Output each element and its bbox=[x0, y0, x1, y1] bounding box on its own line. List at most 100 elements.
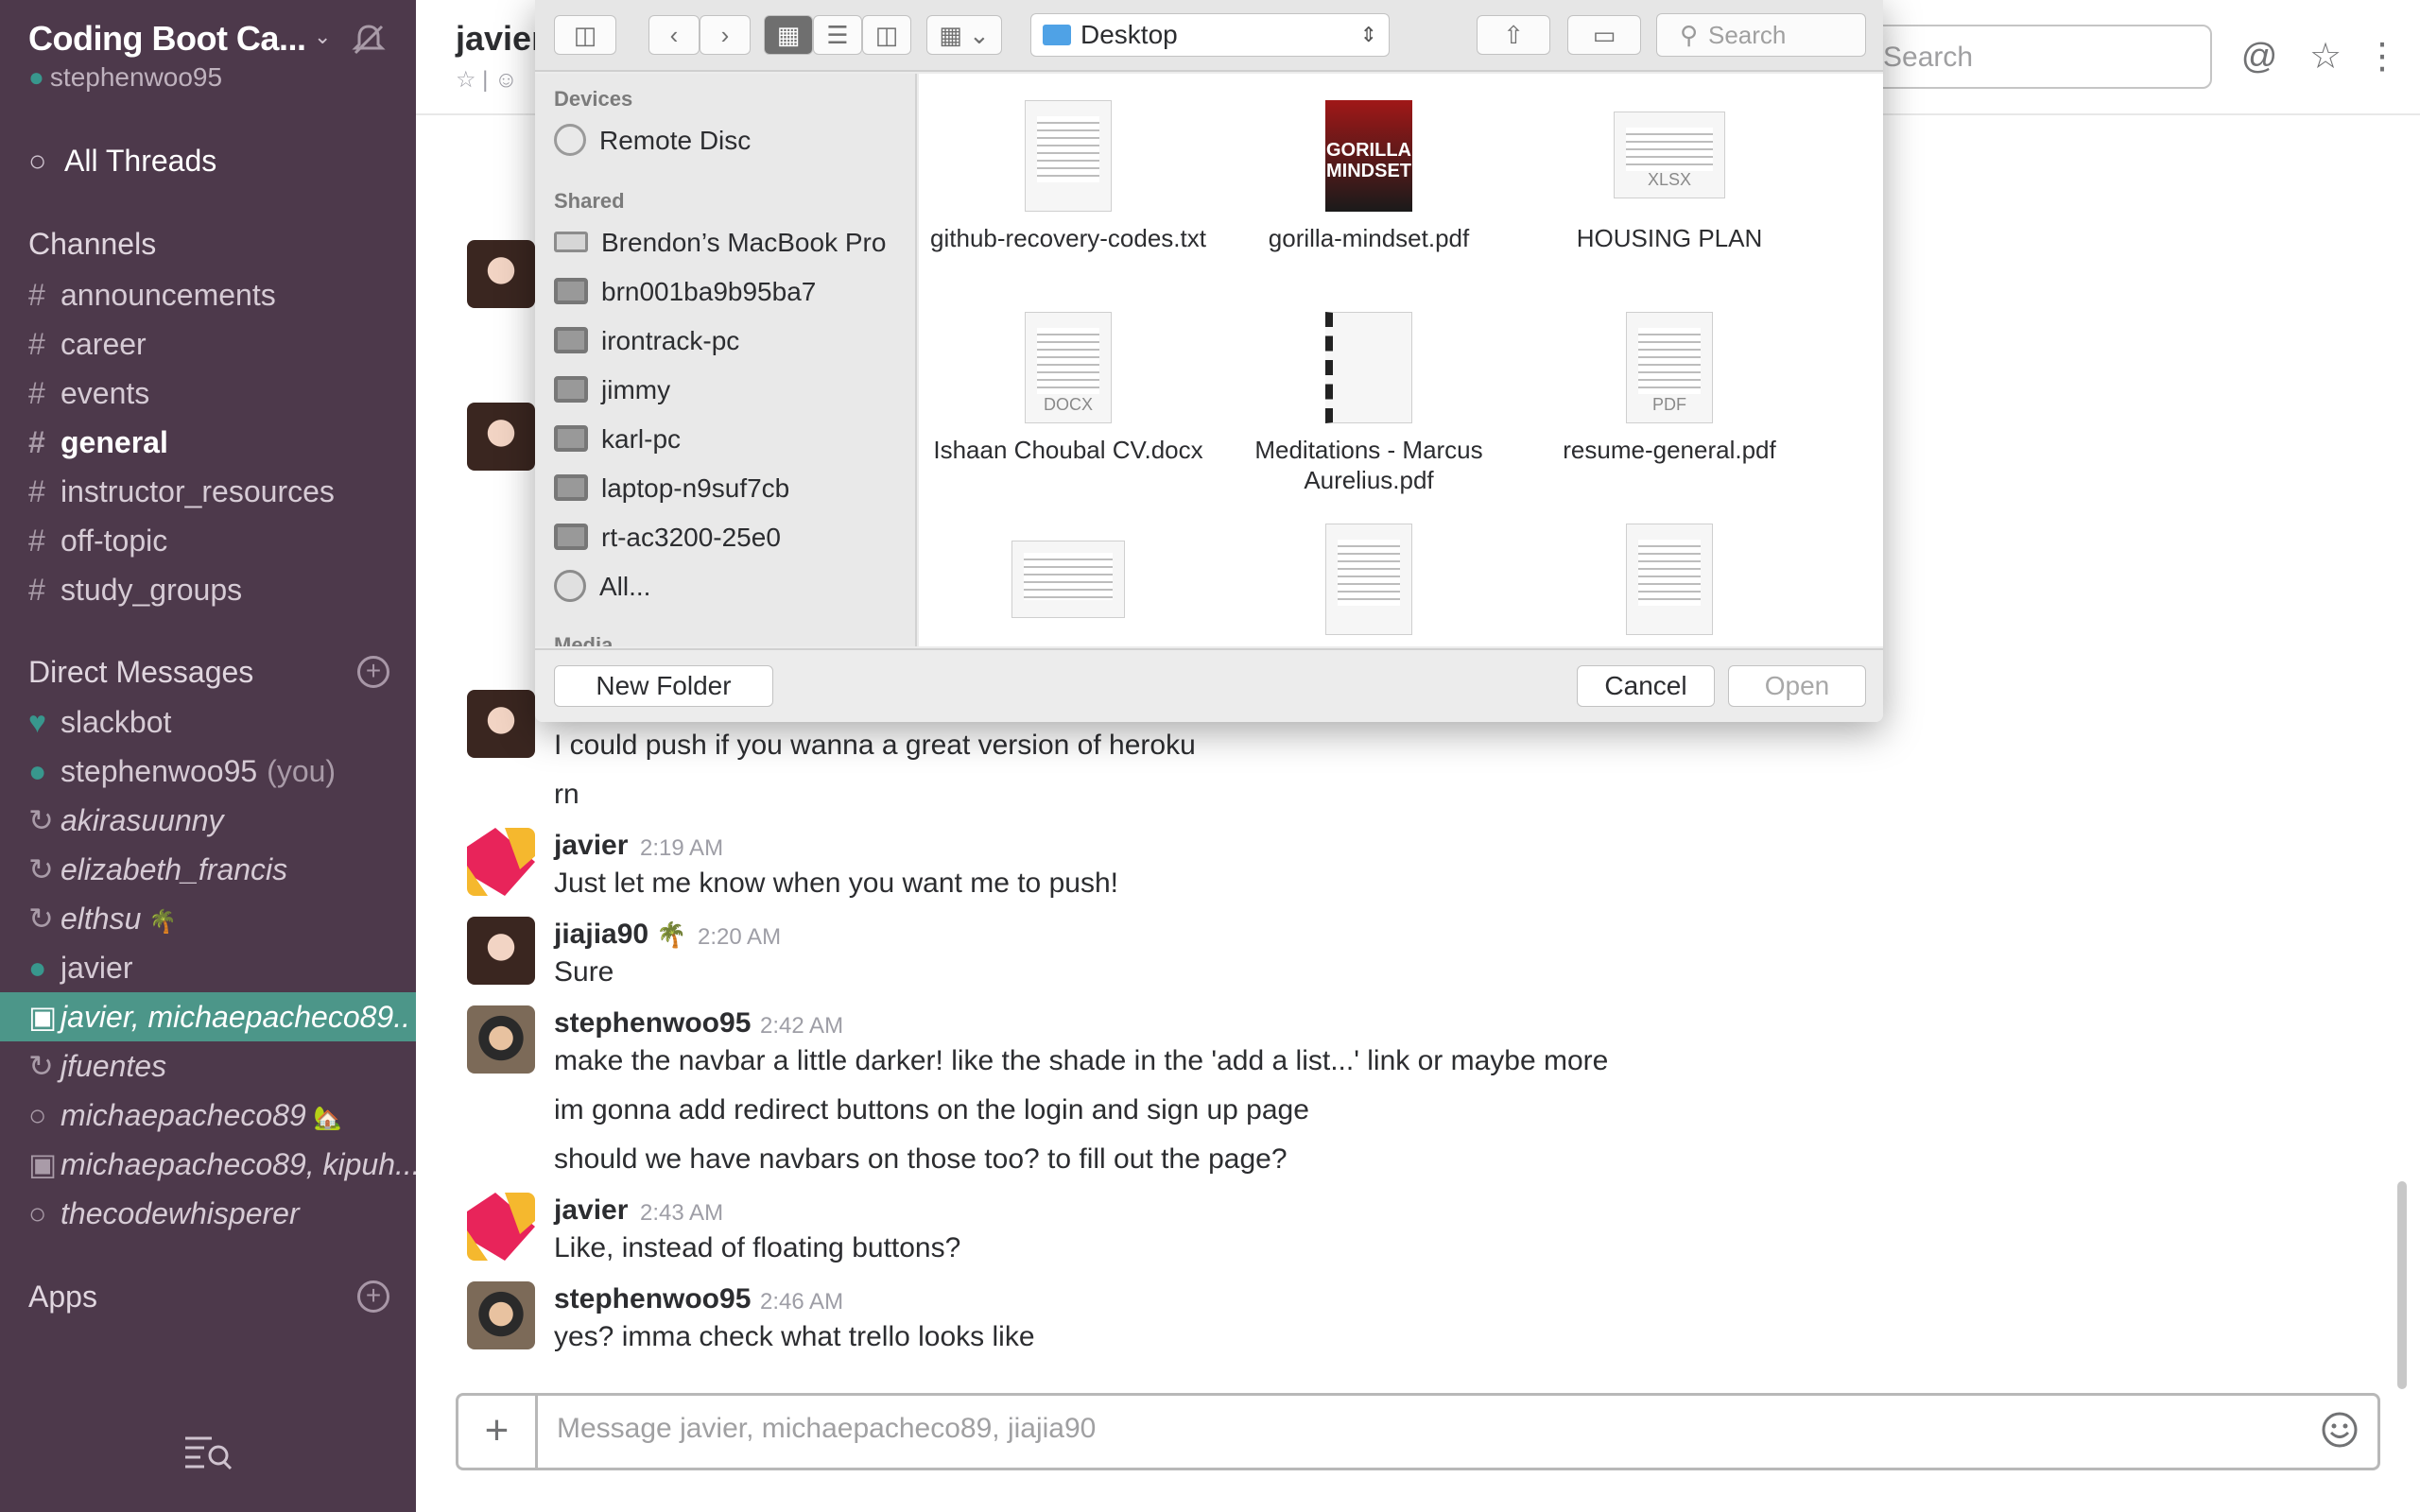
message-author[interactable]: jiajia90 🌴 bbox=[554, 919, 687, 951]
location-label: Desktop bbox=[1080, 20, 1178, 49]
message-author[interactable]: stephenwoo95 bbox=[554, 1007, 751, 1040]
file-name: resume-general.pdf bbox=[1563, 436, 1776, 464]
column-view-icon[interactable]: ◫ bbox=[862, 15, 911, 55]
message-time[interactable]: 2:46 AM bbox=[760, 1289, 843, 1315]
dm-item[interactable]: ↻ elthsu 🌴 bbox=[0, 894, 416, 943]
dm-item[interactable]: ♥ slackbot bbox=[0, 697, 416, 747]
sidebar-item-shared[interactable]: brn001ba9b95ba7 bbox=[554, 268, 913, 316]
message-time[interactable]: 2:42 AM bbox=[760, 1013, 843, 1040]
avatar[interactable] bbox=[467, 240, 535, 308]
emoji-icon[interactable] bbox=[2321, 1411, 2359, 1449]
message-input[interactable]: Message javier, michaepacheco89, jiajia9… bbox=[557, 1413, 1096, 1445]
sidebar-item-remote-disc[interactable]: Remote Disc bbox=[554, 117, 913, 164]
attach-plus-button[interactable]: + bbox=[458, 1396, 538, 1468]
avatar[interactable] bbox=[467, 690, 535, 758]
channel-item[interactable]: # off-topic bbox=[0, 516, 416, 565]
channel-item[interactable]: # events bbox=[0, 369, 416, 418]
bell-snooze-icon[interactable] bbox=[352, 23, 386, 57]
message-author[interactable]: stephenwoo95 bbox=[554, 1283, 751, 1315]
message-author[interactable]: javier bbox=[554, 1194, 628, 1227]
monitor-icon bbox=[554, 473, 588, 501]
member-icon[interactable]: ☺ bbox=[494, 67, 518, 93]
dm-item-group[interactable]: ▣ michaepacheco89, kipuh... bbox=[0, 1140, 416, 1189]
icon-view-icon[interactable]: ▦ bbox=[764, 15, 813, 55]
tag-icon[interactable]: ▭ bbox=[1567, 15, 1641, 55]
message-composer[interactable]: + Message javier, michaepacheco89, jiaji… bbox=[456, 1393, 2380, 1470]
file-item[interactable]: github-recovery-codes.txt bbox=[926, 100, 1210, 253]
forward-icon[interactable]: › bbox=[700, 15, 751, 55]
mentions-icon[interactable]: @ bbox=[2238, 36, 2280, 77]
new-folder-button[interactable]: New Folder bbox=[554, 665, 773, 707]
sidebar-item-shared[interactable]: karl-pc bbox=[554, 416, 913, 463]
message-author[interactable]: javier bbox=[554, 830, 628, 862]
star-icon[interactable]: ☆ bbox=[2305, 36, 2346, 77]
message-text: should we have navbars on those too? to … bbox=[554, 1143, 1288, 1175]
dm-item-self[interactable]: ● stephenwoo95 (you) bbox=[0, 747, 416, 796]
globe-icon bbox=[554, 569, 586, 602]
channel-item[interactable]: # instructor_resources bbox=[0, 467, 416, 516]
avatar[interactable] bbox=[467, 403, 535, 471]
add-app-icon[interactable]: + bbox=[357, 1280, 389, 1313]
sidebar-item-shared-all[interactable]: All... bbox=[554, 563, 913, 610]
channel-item-general[interactable]: # general bbox=[0, 418, 416, 467]
sidebar-toggle-icon[interactable]: ◫ bbox=[554, 15, 616, 55]
dm-item[interactable]: ● javier bbox=[0, 943, 416, 992]
dm-item[interactable]: ○ thecodewhisperer bbox=[0, 1189, 416, 1238]
monitor-icon bbox=[554, 277, 588, 304]
avatar[interactable] bbox=[467, 1281, 535, 1349]
dm-item[interactable]: ↻ elizabeth_francis bbox=[0, 845, 416, 894]
file-item[interactable]: Meditations - Marcus Aurelius.pdf bbox=[1227, 312, 1511, 495]
file-item[interactable]: GORILLA MINDSET gorilla-mindset.pdf bbox=[1227, 100, 1511, 253]
message-time[interactable]: 2:43 AM bbox=[640, 1200, 723, 1227]
star-icon[interactable]: ☆ bbox=[456, 67, 476, 93]
list-view-icon[interactable]: ☰ bbox=[813, 15, 862, 55]
file-item[interactable] bbox=[926, 524, 1210, 618]
dialog-search-input[interactable]: ⚲ Search bbox=[1656, 13, 1866, 57]
file-item[interactable]: XLSX HOUSING PLAN bbox=[1528, 100, 1811, 253]
team-name[interactable]: Coding Boot Ca... bbox=[28, 19, 306, 59]
add-dm-icon[interactable]: + bbox=[357, 656, 389, 688]
quick-switcher-icon[interactable] bbox=[183, 1433, 233, 1470]
share-icon[interactable]: ⇧ bbox=[1477, 15, 1550, 55]
channel-item[interactable]: # career bbox=[0, 319, 416, 369]
all-threads-link[interactable]: ○ All Threads bbox=[28, 144, 216, 179]
current-user-status[interactable]: ● stephenwoo95 bbox=[28, 62, 222, 93]
screenshot-file-icon bbox=[1626, 524, 1713, 635]
group-by-icon[interactable]: ▦ ⌄ bbox=[926, 15, 1002, 55]
palm-tree-icon: 🌴 bbox=[148, 909, 178, 935]
avatar[interactable] bbox=[467, 1005, 535, 1074]
channel-item[interactable]: # study_groups bbox=[0, 565, 416, 614]
file-item[interactable] bbox=[1227, 524, 1511, 635]
chevron-down-icon[interactable]: ⌄ bbox=[314, 25, 331, 49]
dm-item[interactable]: ↻ akirasuunny bbox=[0, 796, 416, 845]
channel-item[interactable]: # announcements bbox=[0, 270, 416, 319]
conversation-title[interactable]: javier bbox=[456, 19, 544, 59]
file-item[interactable]: DOCX Ishaan Choubal CV.docx bbox=[926, 312, 1210, 465]
location-select[interactable]: Desktop ⇕ bbox=[1030, 13, 1390, 57]
cancel-button[interactable]: Cancel bbox=[1577, 665, 1715, 707]
avatar-javier[interactable] bbox=[467, 828, 535, 896]
direct-messages-header[interactable]: Direct Messages bbox=[28, 655, 253, 690]
file-item[interactable]: PDF resume-general.pdf bbox=[1528, 312, 1811, 465]
sidebar-item-shared[interactable]: Brendon’s MacBook Pro bbox=[554, 219, 913, 266]
more-options-icon[interactable]: ⋮ bbox=[2361, 36, 2403, 77]
dialog-footer: New Folder Cancel Open bbox=[535, 648, 1883, 722]
sidebar-item-shared[interactable]: jimmy bbox=[554, 367, 913, 414]
open-button[interactable]: Open bbox=[1728, 665, 1866, 707]
dm-item[interactable]: ○ michaepacheco89 🏡 bbox=[0, 1091, 416, 1140]
back-icon[interactable]: ‹ bbox=[648, 15, 700, 55]
dm-item[interactable]: ↻ jfuentes bbox=[0, 1041, 416, 1091]
messages-scrollbar[interactable] bbox=[2397, 1181, 2407, 1389]
sidebar-item-shared[interactable]: laptop-n9suf7cb bbox=[554, 465, 913, 512]
apps-header[interactable]: Apps bbox=[28, 1280, 97, 1314]
channels-header[interactable]: Channels bbox=[28, 227, 156, 262]
message-time[interactable]: 2:20 AM bbox=[698, 924, 781, 951]
avatar[interactable] bbox=[467, 917, 535, 985]
dm-item-group-active[interactable]: ▣ javier, michaepacheco89.. bbox=[0, 992, 416, 1041]
message-time[interactable]: 2:19 AM bbox=[640, 835, 723, 862]
sidebar-item-shared[interactable]: rt-ac3200-25e0 bbox=[554, 514, 913, 561]
avatar-javier[interactable] bbox=[467, 1193, 535, 1261]
file-item[interactable] bbox=[1528, 524, 1811, 635]
sidebar-item-shared[interactable]: irontrack-pc bbox=[554, 318, 913, 365]
search-input[interactable]: Search bbox=[1853, 25, 2212, 89]
